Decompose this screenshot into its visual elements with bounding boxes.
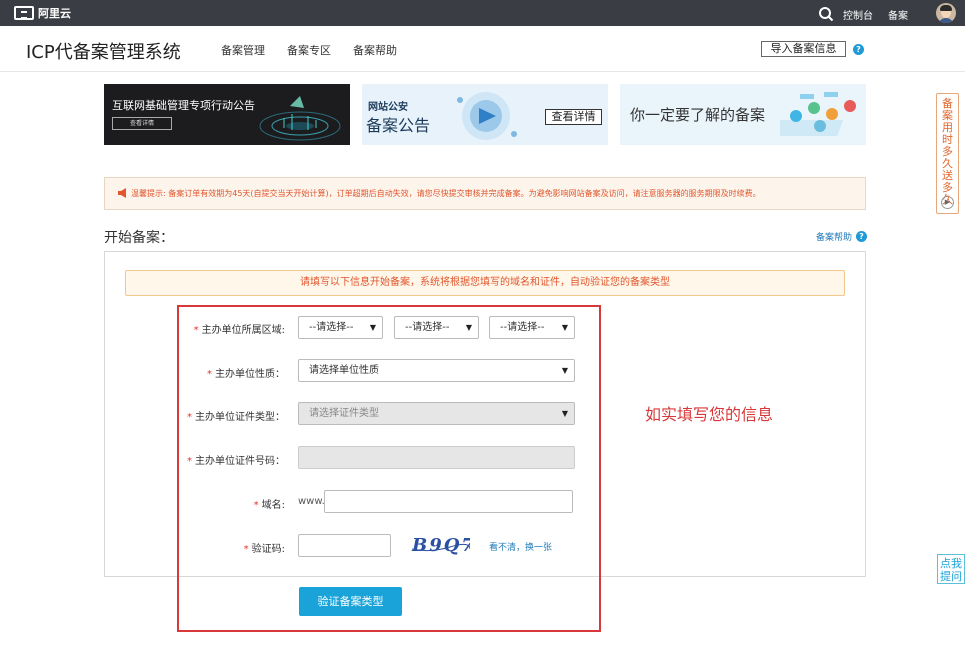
notice-bar: 温馨提示: 备案订单有效期为45天(自提交当天开始计算)，订单超期后自动失效，请…: [104, 177, 866, 210]
side-promo-tab[interactable]: 备案用时多久送多久 ▶: [936, 93, 959, 214]
top-bar: 阿里云 控制台 备案: [0, 0, 965, 26]
help-icon[interactable]: ?: [856, 231, 867, 242]
console-link[interactable]: 控制台: [843, 7, 873, 22]
flowchart-illustration-icon: [780, 92, 856, 136]
radar-illustration-icon: [259, 96, 341, 141]
banner-police-beian[interactable]: 网站公安 备案公告 查看详情: [362, 84, 608, 145]
ask-question-button[interactable]: 点我提问: [937, 554, 965, 584]
aliyun-logo-icon: [14, 6, 34, 20]
highlight-frame: [177, 305, 601, 632]
beian-link[interactable]: 备案: [888, 7, 908, 22]
hint-text: 如实填写您的信息: [645, 405, 774, 424]
logo-text: 阿里云: [38, 7, 71, 20]
section-title: 开始备案：: [104, 230, 174, 246]
nav-beian-manage[interactable]: 备案管理: [221, 42, 265, 58]
nav-beian-zone[interactable]: 备案专区: [287, 42, 331, 58]
search-icon[interactable]: [818, 6, 834, 22]
aliyun-logo[interactable]: 阿里云: [14, 5, 71, 21]
header: ICP代备案管理系统 备案管理 备案专区 备案帮助 导入备案信息 ?: [0, 26, 965, 72]
help-icon[interactable]: ?: [853, 44, 864, 55]
chevron-right-icon[interactable]: ▶: [941, 196, 954, 209]
shield-illustration-icon: [457, 92, 517, 140]
banner-title: 互联网基础管理专项行动公告: [112, 99, 255, 112]
banner-internet-notice[interactable]: 互联网基础管理专项行动公告 查看详情: [104, 84, 350, 145]
info-bar: 请填写以下信息开始备案，系统将根据您填写的域名和证件，自动验证您的备案类型: [125, 270, 845, 296]
banner-title: 你一定要了解的备案: [630, 106, 766, 124]
banner-big-title: 备案公告: [366, 116, 431, 135]
page-title: ICP代备案管理系统: [26, 42, 181, 63]
banner-view-details-button[interactable]: 查看详情: [545, 109, 602, 125]
notice-text: 温馨提示: 备案订单有效期为45天(自提交当天开始计算)，订单超期后自动失效，请…: [131, 189, 761, 198]
avatar[interactable]: [936, 3, 956, 23]
beian-help-link[interactable]: 备案帮助: [816, 230, 852, 243]
banner-details-button[interactable]: 查看详情: [112, 117, 172, 130]
banner-small-title: 网站公安: [368, 102, 408, 113]
ask-question-text: 点我提问: [940, 557, 962, 583]
import-beian-button[interactable]: 导入备案信息: [761, 41, 846, 57]
side-promo-text: 备案用时多久送多久: [942, 97, 953, 206]
nav-beian-help[interactable]: 备案帮助: [353, 42, 397, 58]
megaphone-icon: [118, 188, 126, 198]
banner-must-know[interactable]: 你一定要了解的备案: [620, 84, 866, 145]
